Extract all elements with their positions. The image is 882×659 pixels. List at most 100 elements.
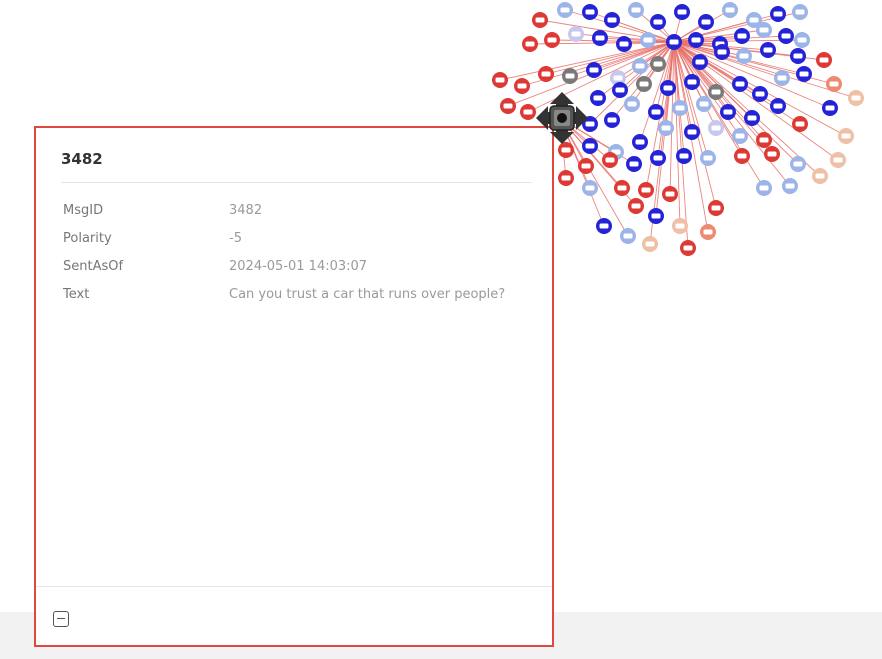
graph-node[interactable] [632, 134, 648, 150]
graph-node[interactable] [650, 14, 666, 30]
graph-node[interactable] [680, 240, 696, 256]
graph-node[interactable] [812, 168, 828, 184]
graph-node[interactable] [714, 44, 730, 60]
graph-node[interactable] [708, 120, 724, 136]
graph-node[interactable] [676, 148, 692, 164]
graph-node[interactable] [792, 116, 808, 132]
graph-node[interactable] [586, 62, 602, 78]
graph-node[interactable] [684, 124, 700, 140]
graph-node[interactable] [830, 152, 846, 168]
graph-node[interactable] [734, 28, 750, 44]
graph-node[interactable] [568, 26, 584, 42]
graph-node[interactable] [838, 128, 854, 144]
graph-node[interactable] [582, 4, 598, 20]
graph-node[interactable] [626, 156, 642, 172]
property-value: 2024-05-01 14:03:07 [229, 259, 368, 274]
graph-node[interactable] [782, 178, 798, 194]
graph-node[interactable] [848, 90, 864, 106]
graph-node[interactable] [616, 36, 632, 52]
graph-node[interactable] [700, 150, 716, 166]
graph-node[interactable] [660, 80, 676, 96]
graph-node[interactable] [628, 2, 644, 18]
graph-node[interactable] [558, 170, 574, 186]
graph-node[interactable] [590, 90, 606, 106]
graph-node[interactable] [764, 146, 780, 162]
graph-node[interactable] [636, 76, 652, 92]
graph-node[interactable] [638, 182, 654, 198]
graph-node[interactable] [756, 22, 772, 38]
graph-node[interactable] [672, 100, 688, 116]
panel-title: 3482 [61, 150, 103, 168]
graph-node[interactable] [816, 52, 832, 68]
graph-node[interactable] [582, 180, 598, 196]
panel-divider [61, 182, 532, 183]
graph-node[interactable] [592, 30, 608, 46]
graph-node[interactable] [648, 104, 664, 120]
graph-node[interactable] [732, 128, 748, 144]
graph-node[interactable] [628, 198, 644, 214]
graph-node[interactable] [796, 66, 812, 82]
graph-node[interactable] [672, 218, 688, 234]
graph-node[interactable] [640, 32, 656, 48]
graph-node[interactable] [650, 56, 666, 72]
graph-node[interactable] [604, 12, 620, 28]
move-arrows-icon[interactable] [534, 90, 590, 146]
graph-node[interactable] [760, 42, 776, 58]
graph-node[interactable] [492, 72, 508, 88]
graph-node[interactable] [756, 180, 772, 196]
graph-node[interactable] [700, 224, 716, 240]
graph-node[interactable] [514, 78, 530, 94]
graph-node[interactable] [822, 100, 838, 116]
graph-node[interactable] [732, 76, 748, 92]
graph-node[interactable] [650, 150, 666, 166]
graph-node[interactable] [708, 84, 724, 100]
graph-node[interactable] [544, 32, 560, 48]
graph-node[interactable] [736, 48, 752, 64]
graph-node[interactable] [696, 96, 712, 112]
graph-node[interactable] [562, 68, 578, 84]
graph-node[interactable] [632, 58, 648, 74]
graph-node[interactable] [698, 14, 714, 30]
graph-node[interactable] [624, 96, 640, 112]
graph-node[interactable] [752, 86, 768, 102]
graph-node[interactable] [602, 152, 618, 168]
graph-node[interactable] [658, 120, 674, 136]
graph-node[interactable] [614, 180, 630, 196]
graph-node[interactable] [826, 76, 842, 92]
graph-node[interactable] [666, 34, 682, 50]
graph-node[interactable] [648, 208, 664, 224]
graph-node[interactable] [790, 48, 806, 64]
graph-node[interactable] [720, 104, 736, 120]
graph-node[interactable] [790, 156, 806, 172]
graph-node[interactable] [708, 200, 724, 216]
graph-node[interactable] [674, 4, 690, 20]
graph-node[interactable] [500, 98, 516, 114]
graph-node[interactable] [642, 236, 658, 252]
graph-node[interactable] [794, 32, 810, 48]
graph-node[interactable] [692, 54, 708, 70]
graph-node[interactable] [538, 66, 554, 82]
graph-node[interactable] [774, 70, 790, 86]
graph-node[interactable] [596, 218, 612, 234]
graph-node[interactable] [620, 228, 636, 244]
graph-node[interactable] [688, 32, 704, 48]
graph-node[interactable] [578, 158, 594, 174]
graph-node[interactable] [612, 82, 628, 98]
graph-node[interactable] [756, 132, 772, 148]
graph-node[interactable] [722, 2, 738, 18]
minus-square-icon[interactable] [53, 611, 69, 627]
graph-node[interactable] [778, 28, 794, 44]
graph-node[interactable] [604, 112, 620, 128]
graph-node[interactable] [744, 110, 760, 126]
graph-node[interactable] [532, 12, 548, 28]
property-row: MsgID 3482 [63, 203, 543, 231]
graph-node[interactable] [792, 4, 808, 20]
graph-node[interactable] [734, 148, 750, 164]
property-key: Polarity [63, 231, 112, 246]
graph-node[interactable] [662, 186, 678, 202]
graph-node[interactable] [770, 6, 786, 22]
graph-node[interactable] [770, 98, 786, 114]
graph-node[interactable] [684, 74, 700, 90]
graph-node[interactable] [557, 2, 573, 18]
graph-node[interactable] [522, 36, 538, 52]
